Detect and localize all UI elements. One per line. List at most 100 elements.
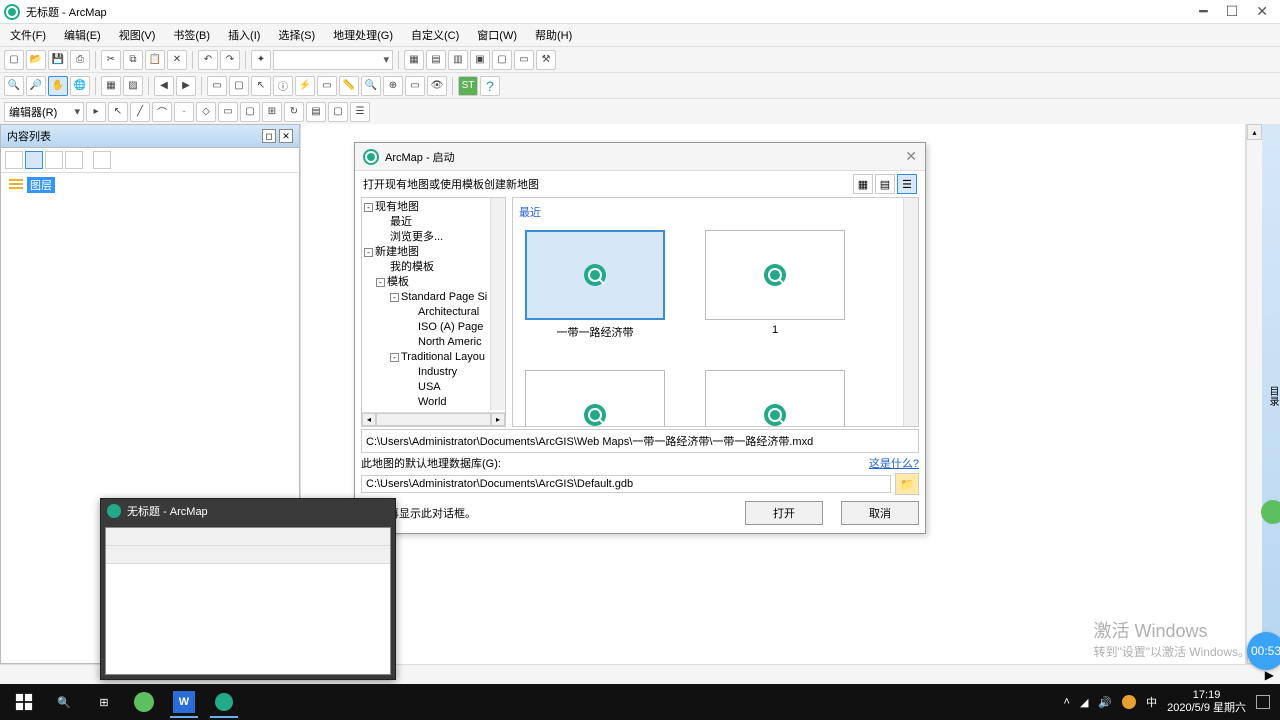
sql-icon[interactable]: ST [458, 76, 478, 96]
menu-geoprocessing[interactable]: 地理处理(G) [329, 25, 397, 45]
menu-insert[interactable]: 插入(I) [224, 25, 264, 45]
toc-close-icon[interactable]: ✕ [279, 129, 293, 143]
tree-vscroll[interactable] [490, 198, 505, 410]
find-icon[interactable]: 🔍 [361, 76, 381, 96]
toc-header[interactable]: 内容列表 ◻✕ [1, 125, 299, 148]
zoom-out-icon[interactable]: 🔎 [26, 76, 46, 96]
zoom-in-icon[interactable]: 🔍 [4, 76, 24, 96]
tray-ime[interactable]: 中 [1146, 694, 1157, 710]
clear-select-icon[interactable]: ▢ [229, 76, 249, 96]
split-icon[interactable]: ⊞ [262, 102, 282, 122]
template-thumb[interactable] [705, 370, 845, 427]
tree-ind[interactable]: Industry [418, 366, 457, 378]
reshape-icon[interactable]: ▭ [218, 102, 238, 122]
menu-select[interactable]: 选择(S) [274, 25, 319, 45]
maximize-button[interactable]: ☐ [1226, 3, 1239, 20]
template-thumb[interactable] [525, 370, 665, 427]
line-icon[interactable]: ╱ [130, 102, 150, 122]
tree-existing[interactable]: 现有地图 [375, 201, 419, 213]
catalog-icon[interactable]: ▥ [448, 50, 468, 70]
menu-edit[interactable]: 编辑(E) [60, 25, 105, 45]
menu-bookmarks[interactable]: 书签(B) [169, 25, 214, 45]
tray-expand-icon[interactable]: ˄ [1064, 696, 1070, 708]
taskbar-app-arcmap[interactable] [204, 686, 244, 718]
template-tree[interactable]: -现有地图 最近 浏览更多... -新建地图 我的模板 -模板 -Standar… [361, 197, 506, 427]
save-icon[interactable]: 💾 [48, 50, 68, 70]
editor-toolbar-icon[interactable]: ▦ [404, 50, 424, 70]
edit-tool-icon[interactable]: ▸ [86, 102, 106, 122]
tree-hscroll[interactable]: ◂▸ [362, 412, 505, 426]
rotate-icon[interactable]: ↻ [284, 102, 304, 122]
taskbar-app-browser[interactable] [124, 686, 164, 718]
findxy-icon[interactable]: ⊕ [383, 76, 403, 96]
redo-icon[interactable]: ↷ [220, 50, 240, 70]
html-popup-icon[interactable]: ▭ [317, 76, 337, 96]
tray-network-icon[interactable] [1122, 695, 1136, 709]
dialog-titlebar[interactable]: ArcMap - 启动 ✕ [355, 143, 925, 171]
tray-volume-icon[interactable]: 🔊 [1098, 696, 1112, 709]
browse-icon[interactable]: 📁 [895, 473, 919, 495]
tree-iso[interactable]: ISO (A) Page [418, 321, 483, 333]
forward-icon[interactable]: ▶ [176, 76, 196, 96]
full-extent-icon[interactable]: 🌐 [70, 76, 90, 96]
more-edit-icon[interactable]: ☰ [350, 102, 370, 122]
back-icon[interactable]: ◀ [154, 76, 174, 96]
view-small-icon[interactable]: ▤ [875, 174, 895, 194]
minimize-button[interactable]: ━ [1199, 3, 1207, 20]
template-thumb[interactable]: 1 [705, 230, 845, 340]
pointer-icon[interactable]: ↖ [251, 76, 271, 96]
print-icon[interactable]: ⎙ [70, 50, 90, 70]
copy-icon[interactable]: ⧉ [123, 50, 143, 70]
vertical-scrollbar[interactable]: ▴▾ [1246, 124, 1262, 664]
tree-mytpl[interactable]: 我的模板 [390, 261, 434, 273]
close-button[interactable]: ✕ [1256, 3, 1268, 20]
tree-arch[interactable]: Architectural [418, 306, 479, 318]
toc-tab-source[interactable] [25, 151, 43, 169]
edit-arrow-icon[interactable]: ↖ [108, 102, 128, 122]
scale-combo[interactable] [273, 50, 393, 70]
new-icon[interactable]: ▢ [4, 50, 24, 70]
taskbar-preview[interactable]: 无标题 - ArcMap [100, 498, 396, 680]
tree-na[interactable]: North Americ [418, 336, 482, 348]
tray-battery-icon[interactable]: ◢ [1080, 696, 1088, 709]
viewer-icon[interactable]: 👁 [427, 76, 447, 96]
cut-poly-icon[interactable]: ▢ [240, 102, 260, 122]
fixed-zoom-in-icon[interactable]: ▦ [101, 76, 121, 96]
search-button[interactable]: 🔍 [44, 686, 84, 718]
menu-help[interactable]: 帮助(H) [531, 25, 576, 45]
menu-view[interactable]: 视图(V) [115, 25, 160, 45]
cancel-button[interactable]: 取消 [841, 501, 919, 525]
toc-pin-icon[interactable]: ◻ [262, 129, 276, 143]
whats-this-link[interactable]: 这是什么? [869, 455, 919, 471]
geodb-input[interactable] [361, 475, 891, 493]
tray-clock[interactable]: 17:19 2020/5/9 星期六 [1167, 689, 1246, 715]
tree-world[interactable]: World [418, 396, 447, 408]
delete-icon[interactable]: ✕ [167, 50, 187, 70]
select-icon[interactable]: ▭ [207, 76, 227, 96]
menu-file[interactable]: 文件(F) [6, 25, 50, 45]
dialog-close-icon[interactable]: ✕ [905, 148, 917, 165]
time-slider-icon[interactable]: ▭ [405, 76, 425, 96]
toc-tab-selection[interactable] [65, 151, 83, 169]
catalog-dock[interactable]: 目录 [1262, 124, 1280, 664]
template-thumb[interactable]: 一带一路经济带 [525, 230, 665, 340]
arc-icon[interactable]: ⌒ [152, 102, 172, 122]
modelbuilder-icon[interactable]: ▭ [514, 50, 534, 70]
python-icon[interactable]: ▢ [492, 50, 512, 70]
view-large-icon[interactable]: ▦ [853, 174, 873, 194]
menu-customize[interactable]: 自定义(C) [407, 25, 463, 45]
identify-icon[interactable]: ⓘ [273, 76, 293, 96]
toc-tab-visibility[interactable] [45, 151, 63, 169]
sketch-icon[interactable]: ▢ [328, 102, 348, 122]
notification-icon[interactable] [1256, 695, 1270, 709]
toc-tab-drawing[interactable] [5, 151, 23, 169]
fixed-zoom-out-icon[interactable]: ▨ [123, 76, 143, 96]
point-icon[interactable]: · [174, 102, 194, 122]
tree-newmap[interactable]: 新建地图 [375, 246, 419, 258]
toolbox-icon[interactable]: ⚒ [536, 50, 556, 70]
undo-icon[interactable]: ↶ [198, 50, 218, 70]
pan-icon[interactable]: ✋ [48, 76, 68, 96]
toc-layer-root[interactable]: 图层 [9, 177, 291, 193]
view-list-icon[interactable]: ☰ [897, 174, 917, 194]
tree-recent[interactable]: 最近 [390, 216, 412, 228]
